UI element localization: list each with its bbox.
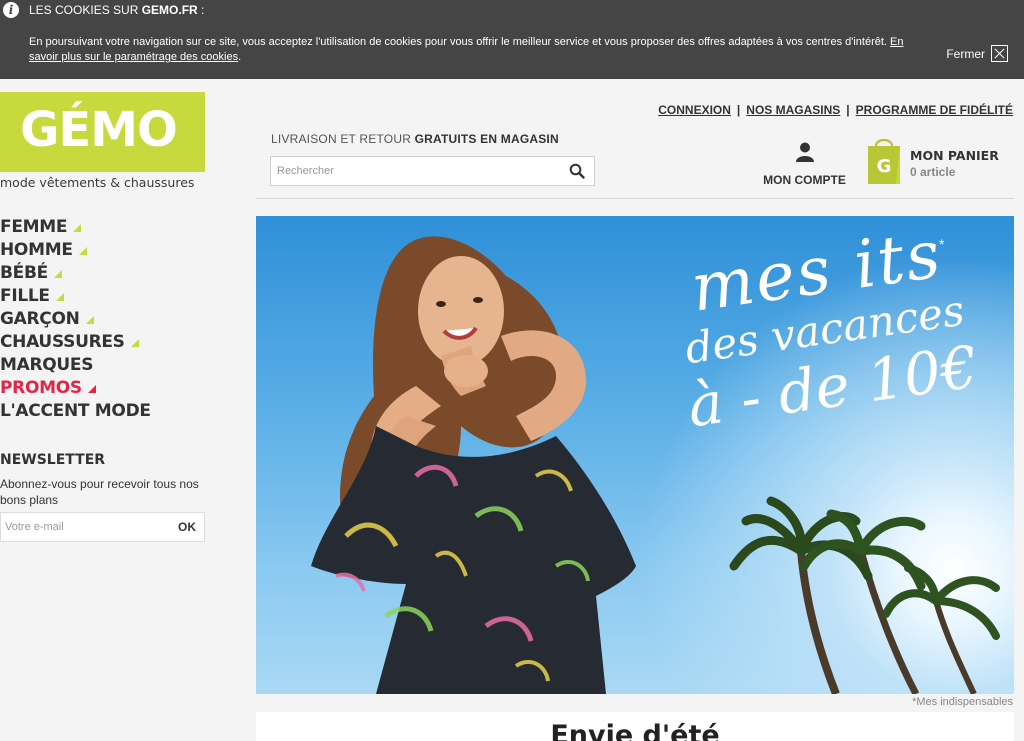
hero-asterisk: *	[939, 236, 945, 252]
stores-link[interactable]: NOS MAGASINS	[746, 103, 840, 117]
cookie-title: LES COOKIES SUR GEMO.FR :	[29, 3, 205, 17]
login-link[interactable]: CONNEXION	[658, 103, 731, 117]
newsletter-form: OK	[0, 512, 205, 542]
info-icon: i	[3, 2, 19, 18]
shopping-bag-icon: G	[868, 139, 900, 184]
triangle-icon	[85, 316, 94, 324]
hero-banner[interactable]: mes its des vacances à - de 10€ *	[256, 216, 1014, 694]
model-figure	[311, 236, 636, 694]
search-box	[270, 156, 595, 186]
triangle-icon	[53, 270, 62, 278]
section-card: Envie d'été	[256, 712, 1014, 741]
triangle-icon	[130, 339, 139, 347]
loyalty-link[interactable]: PROGRAMME DE FIDÉLITÉ	[856, 103, 1013, 117]
triangle-icon	[78, 247, 87, 255]
logo-text: GÉMO	[20, 102, 178, 158]
section-heading: Envie d'été	[550, 720, 720, 741]
account-label: MON COMPTE	[763, 173, 846, 187]
separator: |	[736, 103, 741, 117]
newsletter-submit-button[interactable]: OK	[178, 520, 196, 534]
brand-tagline: mode vêtements & chaussures	[0, 175, 195, 190]
triangle-icon	[87, 385, 96, 393]
menu-item-fille[interactable]: FILLE	[0, 286, 151, 309]
svg-text:G: G	[877, 156, 892, 177]
menu-item-bebe[interactable]: BÉBÉ	[0, 263, 151, 286]
cookie-close-label: Fermer	[946, 46, 985, 61]
triangle-icon	[55, 293, 64, 301]
brand-logo[interactable]: GÉMO	[0, 92, 205, 172]
menu-item-promos[interactable]: PROMOS	[0, 378, 151, 401]
separator: |	[846, 103, 850, 117]
menu-item-marques[interactable]: MARQUES	[0, 355, 151, 378]
cookie-text: En poursuivant votre navigation sur ce s…	[29, 36, 904, 63]
newsletter-text: Abonnez-vous pour recevoir tous nos bons…	[0, 477, 199, 507]
triangle-icon	[73, 224, 82, 232]
header-divider	[256, 198, 1014, 199]
cookie-close-button[interactable]: Fermer	[946, 45, 1008, 62]
main-menu: FEMME HOMME BÉBÉ FILLE GARÇON CHAUSSURES…	[0, 217, 151, 424]
menu-item-homme[interactable]: HOMME	[0, 240, 151, 263]
cart-title: MON PANIER	[910, 148, 999, 163]
hero-footnote: *Mes indispensables	[912, 696, 1013, 708]
user-icon	[795, 142, 814, 162]
delivery-banner: LIVRAISON ET RETOUR GRATUITS EN MAGASIN	[271, 132, 559, 146]
top-links: CONNEXION | NOS MAGASINS | PROGRAMME DE …	[658, 103, 1013, 117]
newsletter-title: NEWSLETTER	[0, 452, 106, 468]
palm-trees	[729, 496, 1000, 694]
cookie-banner: i LES COOKIES SUR GEMO.FR : En poursuiva…	[0, 0, 1024, 79]
newsletter-email-input[interactable]	[1, 513, 161, 541]
menu-item-chaussures[interactable]: CHAUSSURES	[0, 332, 151, 355]
search-icon[interactable]	[569, 163, 585, 179]
cart-count: 0 article	[910, 165, 956, 179]
close-icon	[991, 45, 1008, 62]
menu-item-garcon[interactable]: GARÇON	[0, 309, 151, 332]
account-button[interactable]: MON COMPTE	[757, 142, 852, 187]
search-input[interactable]	[271, 157, 556, 185]
menu-item-femme[interactable]: FEMME	[0, 217, 151, 240]
menu-item-accent-mode[interactable]: L'ACCENT MODE	[0, 401, 151, 424]
